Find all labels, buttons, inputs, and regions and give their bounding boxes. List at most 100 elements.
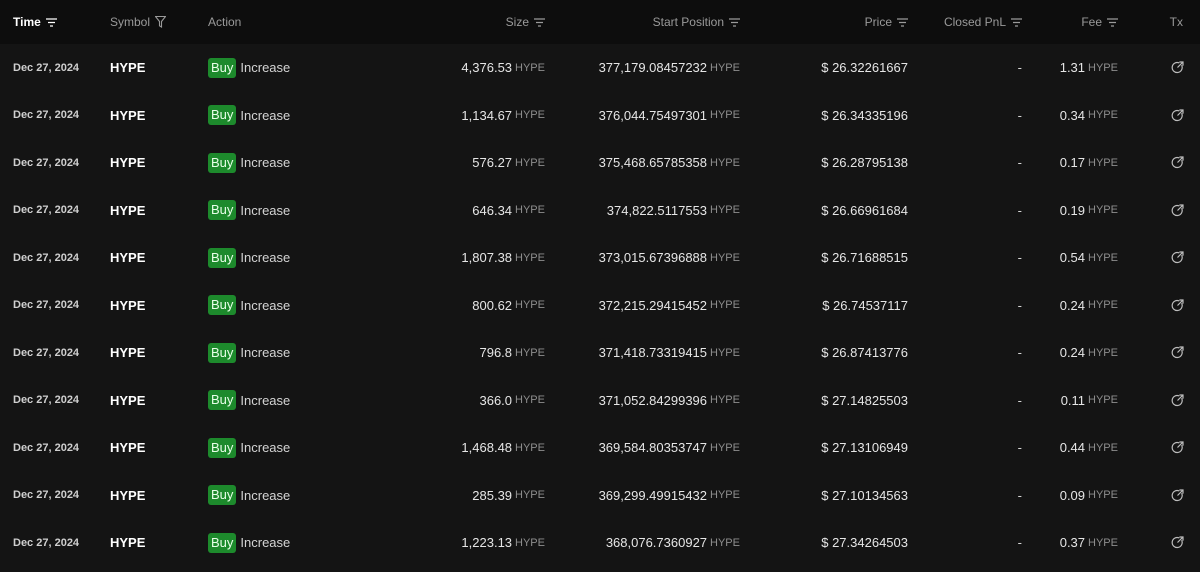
- row-action: Buy Increase: [208, 44, 290, 92]
- row-start-position-value: 372,215.29415452: [598, 297, 708, 313]
- row-size-unit: HYPE: [515, 109, 545, 122]
- column-header-closed-pnl-label: Closed PnL: [943, 15, 1006, 29]
- row-price: $ 26.34335196: [821, 107, 908, 123]
- row-start-position: 374,822.5117553 HYPE: [607, 187, 740, 235]
- sort-icon[interactable]: [1011, 17, 1022, 27]
- external-link-icon[interactable]: [1171, 299, 1184, 312]
- row-fee-value: 0.54: [1059, 250, 1086, 266]
- row-closed-pnl: -: [1017, 345, 1022, 361]
- row-start-position-unit: HYPE: [710, 346, 740, 359]
- row-fee: 0.09 HYPE: [1060, 472, 1118, 520]
- row-fee: 0.19 HYPE: [1060, 187, 1118, 235]
- external-link-icon[interactable]: [1171, 536, 1184, 549]
- row-fee-value: 0.44: [1059, 440, 1086, 456]
- row-start-position-unit: HYPE: [710, 299, 740, 312]
- row-direction: Increase: [240, 107, 291, 123]
- row-closed-pnl: -: [1017, 202, 1022, 218]
- row-size-unit: HYPE: [515, 156, 545, 169]
- row-direction: Increase: [240, 345, 291, 361]
- row-start-position-unit: HYPE: [710, 536, 740, 549]
- tx-link[interactable]: [1171, 187, 1184, 235]
- row-action: Buy Increase: [208, 424, 290, 472]
- row-action: Buy Increase: [208, 92, 290, 140]
- row-start-position: 372,215.29415452 HYPE: [599, 282, 740, 330]
- row-fee: 0.17 HYPE: [1060, 139, 1118, 187]
- row-price: $ 26.74537117: [822, 297, 908, 313]
- buy-badge: Buy: [208, 342, 237, 363]
- row-action: Buy Increase: [208, 519, 290, 567]
- tx-link[interactable]: [1171, 44, 1184, 92]
- row-size-value: 1,134.67: [461, 107, 513, 123]
- row-size-value: 576.27: [472, 155, 513, 171]
- row-fee-value: 0.34: [1059, 107, 1086, 123]
- row-symbol[interactable]: HYPE: [110, 377, 145, 425]
- row-action: Buy Increase: [208, 234, 290, 282]
- row-symbol[interactable]: HYPE: [110, 234, 145, 282]
- row-fee-unit: HYPE: [1088, 204, 1118, 217]
- row-fee-value: 0.19: [1059, 202, 1086, 218]
- column-header-time[interactable]: Time: [13, 0, 57, 44]
- buy-badge: Buy: [208, 105, 237, 126]
- tx-link[interactable]: [1171, 519, 1184, 567]
- tx-link[interactable]: [1171, 424, 1184, 472]
- tx-link[interactable]: [1171, 92, 1184, 140]
- row-symbol[interactable]: HYPE: [110, 424, 145, 472]
- filter-icon[interactable]: [155, 16, 167, 28]
- sort-icon[interactable]: [45, 17, 57, 27]
- row-start-position-value: 368,076.7360927: [605, 535, 708, 551]
- row-fee: 0.24 HYPE: [1060, 329, 1118, 377]
- external-link-icon[interactable]: [1171, 109, 1184, 122]
- external-link-icon[interactable]: [1171, 441, 1184, 454]
- column-header-closed-pnl[interactable]: Closed PnL: [944, 0, 1022, 44]
- column-header-size[interactable]: Size: [506, 0, 545, 44]
- tx-link[interactable]: [1171, 472, 1184, 520]
- external-link-icon[interactable]: [1171, 346, 1184, 359]
- external-link-icon[interactable]: [1171, 394, 1184, 407]
- buy-badge: Buy: [208, 295, 237, 316]
- row-symbol[interactable]: HYPE: [110, 139, 145, 187]
- row-price: $ 26.87413776: [821, 345, 908, 361]
- row-start-position: 376,044.75497301 HYPE: [599, 92, 740, 140]
- row-symbol[interactable]: HYPE: [110, 472, 145, 520]
- row-size-unit: HYPE: [515, 299, 545, 312]
- tx-link[interactable]: [1171, 139, 1184, 187]
- column-header-fee[interactable]: Fee: [1081, 0, 1118, 44]
- row-direction: Increase: [240, 202, 291, 218]
- tx-link[interactable]: [1171, 282, 1184, 330]
- row-start-position-unit: HYPE: [710, 394, 740, 407]
- sort-icon[interactable]: [534, 17, 545, 27]
- row-start-position-value: 371,052.84299396: [598, 392, 708, 408]
- row-symbol[interactable]: HYPE: [110, 92, 145, 140]
- sort-icon[interactable]: [1107, 17, 1118, 27]
- row-time: Dec 27, 2024: [13, 346, 80, 359]
- tx-link[interactable]: [1171, 329, 1184, 377]
- column-header-start-position[interactable]: Start Position: [653, 0, 740, 44]
- row-size-unit: HYPE: [515, 61, 545, 74]
- column-header-symbol[interactable]: Symbol: [110, 0, 167, 44]
- row-symbol[interactable]: HYPE: [110, 44, 145, 92]
- tx-link[interactable]: [1171, 234, 1184, 282]
- row-fee: 0.34 HYPE: [1060, 92, 1118, 140]
- sort-icon[interactable]: [897, 17, 908, 27]
- external-link-icon[interactable]: [1171, 204, 1184, 217]
- row-fee-unit: HYPE: [1088, 489, 1118, 502]
- row-symbol[interactable]: HYPE: [110, 187, 145, 235]
- external-link-icon[interactable]: [1171, 251, 1184, 264]
- fills-table: Time Symbol Action Size Start Position P…: [0, 0, 1200, 572]
- row-symbol[interactable]: HYPE: [110, 519, 145, 567]
- tx-link[interactable]: [1171, 377, 1184, 425]
- column-header-price[interactable]: Price: [865, 0, 908, 44]
- external-link-icon[interactable]: [1171, 156, 1184, 169]
- external-link-icon[interactable]: [1171, 489, 1184, 502]
- row-symbol[interactable]: HYPE: [110, 329, 145, 377]
- row-size-unit: HYPE: [515, 489, 545, 502]
- sort-icon[interactable]: [729, 17, 740, 27]
- row-direction: Increase: [240, 155, 291, 171]
- row-symbol[interactable]: HYPE: [110, 282, 145, 330]
- row-time: Dec 27, 2024: [13, 109, 80, 122]
- row-size: 646.34 HYPE: [472, 187, 545, 235]
- row-size-value: 800.62: [472, 297, 513, 313]
- buy-badge: Buy: [208, 532, 237, 553]
- external-link-icon[interactable]: [1171, 61, 1184, 74]
- row-start-position: 377,179.08457232 HYPE: [599, 44, 740, 92]
